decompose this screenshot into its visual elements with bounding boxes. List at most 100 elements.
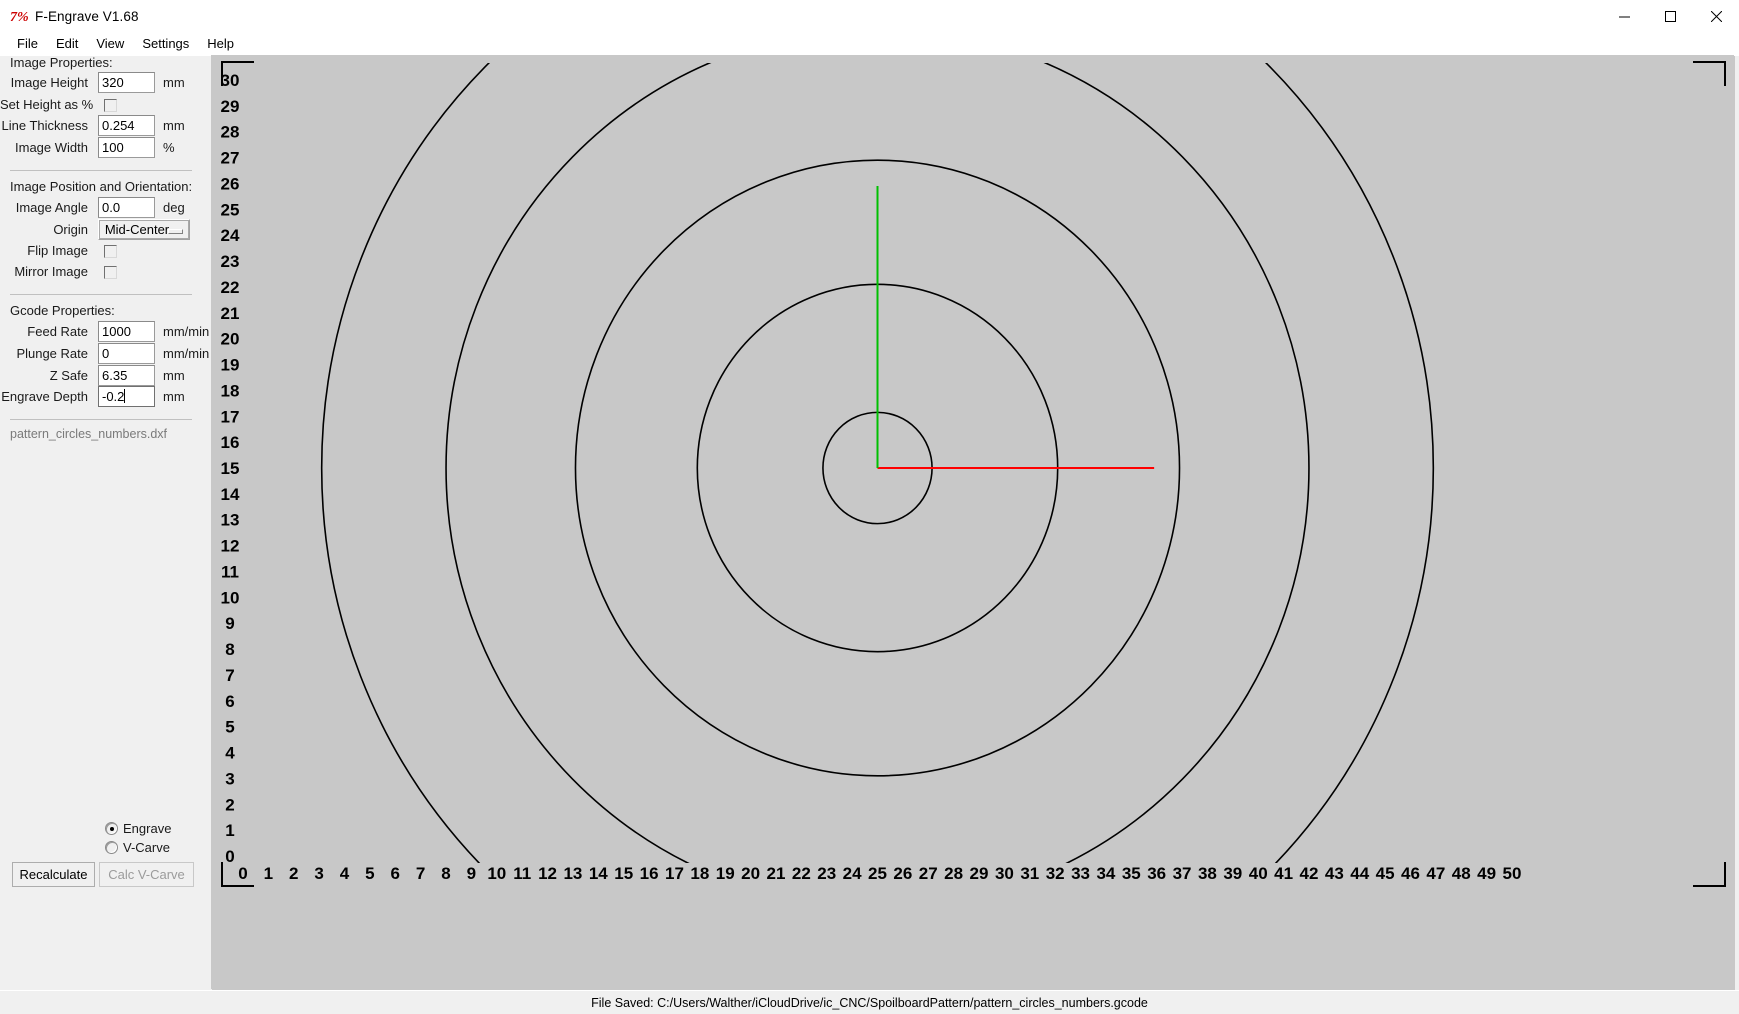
preview-canvas[interactable]: 0 1 2 3 4 5 6 7 8 9 10 11 12 13 14 15 16 17 18 19 20 21 22 23 24… [211, 55, 1735, 990]
svg-text:23: 23 [221, 252, 240, 271]
chevron-down-icon [168, 228, 183, 234]
menu-file[interactable]: File [8, 34, 47, 53]
plunge-rate-input[interactable]: 0 [98, 343, 155, 364]
svg-text:14: 14 [221, 485, 240, 504]
engrave-depth-unit: mm [163, 389, 185, 404]
svg-text:14: 14 [589, 864, 608, 883]
svg-text:7%: 7% [10, 10, 28, 25]
flip-image-checkbox[interactable] [104, 245, 117, 258]
title-bar-left: 7% F-Engrave V1.68 [0, 7, 139, 26]
settings-panel: Image Properties: Image Height 320 mm Se… [0, 55, 228, 991]
svg-text:16: 16 [640, 864, 659, 883]
svg-text:27: 27 [221, 149, 240, 168]
svg-text:32: 32 [1046, 864, 1065, 883]
image-height-input[interactable]: 320 [98, 72, 155, 93]
mirror-image-checkbox[interactable] [104, 266, 117, 279]
svg-text:31: 31 [1020, 864, 1039, 883]
svg-text:27: 27 [919, 864, 938, 883]
svg-text:18: 18 [221, 381, 240, 400]
z-safe-unit: mm [163, 368, 185, 383]
engrave-radio-icon [105, 822, 118, 835]
svg-text:46: 46 [1401, 864, 1420, 883]
svg-text:17: 17 [221, 407, 240, 426]
svg-text:1: 1 [225, 821, 234, 840]
plunge-rate-label: Plunge Rate [16, 346, 88, 361]
image-width-label: Image Width [15, 140, 88, 155]
line-thickness-unit: mm [163, 118, 185, 133]
svg-text:2: 2 [225, 795, 234, 814]
status-bar: File Saved: C:/Users/Walther/iCloudDrive… [0, 990, 1739, 1014]
svg-text:34: 34 [1096, 864, 1115, 883]
app-window: 7% F-Engrave V1.68 File Edit View Settin… [0, 0, 1739, 1014]
svg-text:3: 3 [314, 864, 323, 883]
calc-vcarve-button: Calc V-Carve [99, 862, 194, 887]
svg-text:47: 47 [1426, 864, 1445, 883]
menu-edit[interactable]: Edit [47, 34, 87, 53]
svg-text:9: 9 [225, 614, 234, 633]
minimize-button[interactable] [1601, 0, 1647, 32]
image-properties-header: Image Properties: [10, 55, 113, 70]
svg-text:41: 41 [1274, 864, 1293, 883]
svg-text:49: 49 [1477, 864, 1496, 883]
svg-text:10: 10 [487, 864, 506, 883]
svg-text:22: 22 [792, 864, 811, 883]
svg-text:4: 4 [225, 744, 235, 763]
svg-text:28: 28 [221, 123, 240, 142]
mode-engrave-option[interactable]: Engrave [105, 821, 171, 836]
svg-text:18: 18 [690, 864, 709, 883]
svg-text:23: 23 [817, 864, 836, 883]
image-angle-input[interactable]: 0.0 [98, 197, 155, 218]
svg-text:8: 8 [441, 864, 450, 883]
menu-help[interactable]: Help [198, 34, 243, 53]
menu-settings[interactable]: Settings [133, 34, 198, 53]
feed-rate-label: Feed Rate [27, 324, 88, 339]
canvas-background [212, 56, 1735, 990]
image-width-input[interactable]: 100 [98, 137, 155, 158]
svg-text:50: 50 [1503, 864, 1522, 883]
svg-text:13: 13 [563, 864, 582, 883]
menu-view[interactable]: View [87, 34, 133, 53]
svg-text:5: 5 [225, 718, 234, 737]
feed-rate-input[interactable]: 1000 [98, 321, 155, 342]
svg-text:5: 5 [365, 864, 374, 883]
vcarve-radio-label: V-Carve [123, 840, 170, 855]
image-height-unit: mm [163, 75, 185, 90]
svg-text:30: 30 [221, 71, 240, 90]
svg-text:39: 39 [1223, 864, 1242, 883]
svg-text:25: 25 [868, 864, 887, 883]
engrave-radio-label: Engrave [123, 821, 172, 836]
svg-text:42: 42 [1299, 864, 1318, 883]
svg-text:12: 12 [221, 537, 240, 556]
origin-dropdown[interactable]: Mid-Center [98, 219, 190, 240]
set-height-as-percent-label: Set Height as % [0, 97, 94, 112]
svg-text:16: 16 [221, 433, 240, 452]
z-safe-input[interactable]: 6.35 [98, 365, 155, 386]
svg-text:6: 6 [391, 864, 400, 883]
recalculate-button[interactable]: Recalculate [12, 862, 95, 887]
close-button[interactable] [1693, 0, 1739, 32]
line-thickness-label: Line Thickness [1, 118, 88, 133]
svg-text:38: 38 [1198, 864, 1217, 883]
svg-text:29: 29 [970, 864, 989, 883]
svg-text:26: 26 [893, 864, 912, 883]
maximize-button[interactable] [1647, 0, 1693, 32]
svg-text:33: 33 [1071, 864, 1090, 883]
svg-text:43: 43 [1325, 864, 1344, 883]
set-height-as-percent-checkbox[interactable] [104, 99, 117, 112]
svg-text:8: 8 [225, 640, 234, 659]
image-angle-label: Image Angle [15, 200, 88, 215]
svg-text:7: 7 [416, 864, 425, 883]
text-caret [124, 389, 126, 403]
svg-text:37: 37 [1173, 864, 1192, 883]
svg-text:9: 9 [467, 864, 476, 883]
svg-text:48: 48 [1452, 864, 1471, 883]
svg-text:20: 20 [221, 330, 240, 349]
svg-text:2: 2 [289, 864, 298, 883]
svg-text:15: 15 [614, 864, 633, 883]
line-thickness-input[interactable]: 0.254 [98, 115, 155, 136]
svg-text:15: 15 [221, 459, 240, 478]
engrave-depth-input[interactable]: -0.2 [98, 386, 155, 407]
mode-vcarve-option[interactable]: V-Carve [105, 840, 170, 855]
svg-text:12: 12 [538, 864, 557, 883]
svg-text:19: 19 [221, 356, 240, 375]
